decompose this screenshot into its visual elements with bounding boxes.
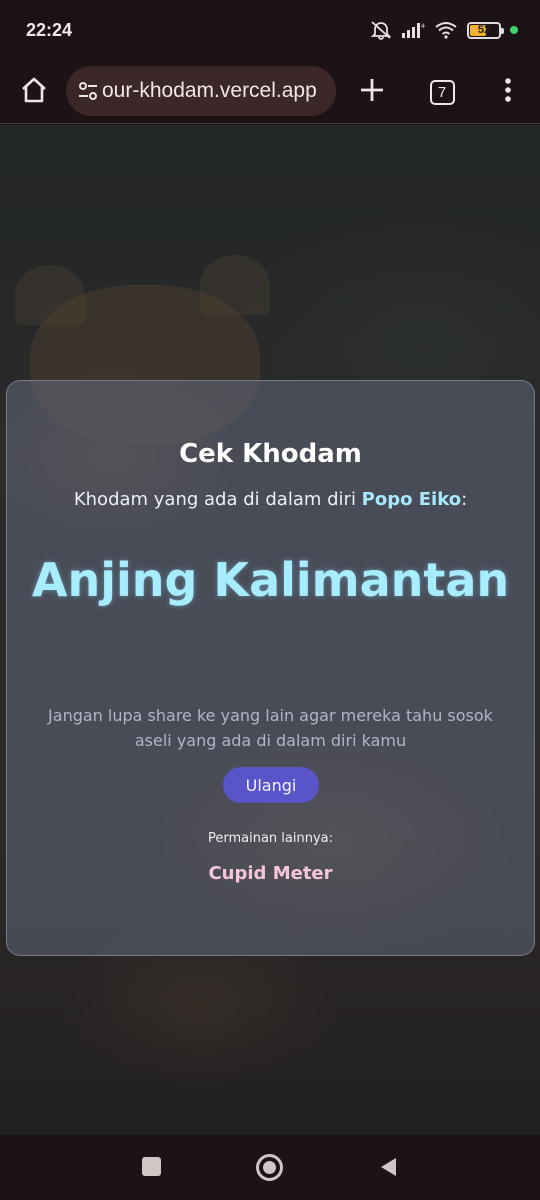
signal-icon: 4G <box>401 21 425 39</box>
retry-button[interactable]: Ulangi <box>223 767 319 803</box>
page-content: Cek Khodam Khodam yang ada di dalam diri… <box>0 125 540 1135</box>
subtitle-suffix: : <box>461 489 468 510</box>
battery-icon: 52 <box>467 21 504 39</box>
status-icons: 4G 52 <box>370 20 518 40</box>
user-name: Popo Eiko <box>361 489 462 510</box>
other-games-label: Permainan lainnya: <box>207 831 334 846</box>
url-text[interactable]: our-khodam.vercel.app <box>102 79 317 103</box>
card-subtitle: Khodam yang ada di dalam diri Popo Eiko: <box>7 489 534 510</box>
green-dot-indicator <box>510 26 518 34</box>
recents-icon[interactable] <box>142 1157 161 1176</box>
new-tab-button[interactable] <box>352 70 392 114</box>
system-nav-bar <box>0 1135 540 1200</box>
svg-text:4G: 4G <box>421 24 425 30</box>
share-note: Jangan lupa share ke yang lain agar mere… <box>48 706 493 750</box>
tabs-icon: 7 <box>429 79 455 105</box>
home-icon <box>19 75 49 109</box>
tab-count: 7 <box>437 83 447 101</box>
menu-button[interactable] <box>490 70 526 114</box>
more-vert-icon <box>504 77 512 107</box>
home-circle-icon[interactable] <box>256 1154 283 1181</box>
wifi-icon <box>434 21 458 39</box>
page-title: Cek Khodam <box>179 439 362 469</box>
back-triangle-icon[interactable] <box>378 1156 398 1182</box>
status-bar: 22:24 4G <box>0 0 540 60</box>
battery-level: 52 <box>477 24 491 36</box>
khodam-card: Cek Khodam Khodam yang ada di dalam diri… <box>6 380 535 956</box>
mute-bell-icon <box>370 20 392 40</box>
cupid-meter-link[interactable]: Cupid Meter <box>7 863 534 884</box>
home-circle-inner <box>263 1161 276 1174</box>
browser-toolbar: our-khodam.vercel.app 7 <box>0 60 540 124</box>
plus-icon <box>359 77 385 107</box>
khodam-result: Anjing Kalimantan <box>31 553 510 607</box>
tabs-button[interactable]: 7 <box>422 70 462 114</box>
status-time: 22:24 <box>26 19 73 40</box>
url-bar[interactable]: our-khodam.vercel.app <box>66 66 336 116</box>
home-button[interactable] <box>14 70 54 114</box>
subtitle-prefix: Khodam yang ada di dalam diri <box>73 489 362 510</box>
